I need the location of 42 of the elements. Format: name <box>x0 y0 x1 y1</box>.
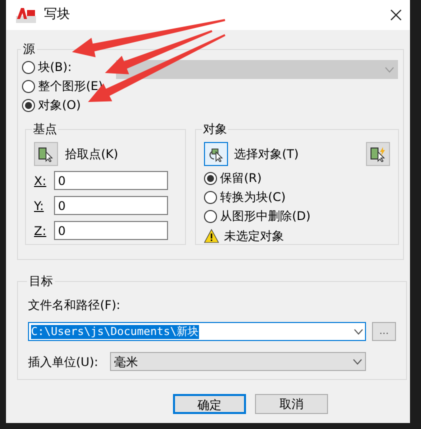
quick-select-button[interactable] <box>366 142 390 166</box>
coordinate-field[interactable]: 0 <box>54 221 168 240</box>
coordinate-label: X: <box>34 172 48 190</box>
radio-circle[interactable] <box>22 98 35 112</box>
app-icon <box>16 7 36 23</box>
objects-radio[interactable]: 转换为块(C) <box>204 188 390 206</box>
coordinate-label: Z: <box>34 222 48 240</box>
file-path-value: C:\Users\js\Documents\新块 <box>31 324 199 338</box>
pick-point-button[interactable] <box>34 142 58 166</box>
insert-units-value: 毫米 <box>114 354 138 370</box>
window-title: 写块 <box>44 6 70 24</box>
chevron-icon <box>385 66 394 72</box>
group-title: 目标 <box>28 273 54 290</box>
objects-radio[interactable]: 保留(R) <box>204 169 390 187</box>
browse-button[interactable]: ... <box>372 322 396 341</box>
coordinate-label: Y: <box>34 198 45 214</box>
warning-icon <box>204 229 219 243</box>
group-title: 源 <box>22 41 36 58</box>
insert-units-label: 插入单位(U): <box>28 354 100 370</box>
select-objects-label: 选择对象(T) <box>234 146 299 163</box>
pick-point-icon <box>38 146 54 162</box>
coordinate-field[interactable]: 0 <box>54 171 168 190</box>
select-objects-button[interactable] <box>204 142 228 166</box>
source-radio[interactable]: 对象(O) <box>22 96 116 114</box>
radio-circle[interactable] <box>204 172 217 184</box>
chevron-icon <box>354 328 363 334</box>
dialog-button[interactable]: 确定 <box>173 394 246 414</box>
chevron-icon <box>353 358 362 364</box>
quick-select-icon <box>370 146 386 162</box>
coordinate-field[interactable]: 0 <box>54 196 168 215</box>
group-title: 基点 <box>32 121 58 138</box>
file-path-combo[interactable]: C:\Users\js\Documents\新块 <box>28 322 366 341</box>
file-path-label: 文件名和路径(F): <box>28 297 122 314</box>
insert-units-dropdown[interactable]: 毫米 <box>110 352 366 371</box>
warning-text: 未选定对象 <box>224 228 284 245</box>
objects-radio[interactable]: 从图形中删除(D) <box>204 207 390 225</box>
dialog-button[interactable]: 取消 <box>255 394 328 414</box>
source-radio[interactable]: 块(B): <box>22 58 116 76</box>
pick-point-label: 拾取点(K) <box>65 146 118 163</box>
select-objects-icon <box>208 146 224 162</box>
group-title: 对象 <box>202 121 228 138</box>
close-icon[interactable] <box>390 9 402 21</box>
